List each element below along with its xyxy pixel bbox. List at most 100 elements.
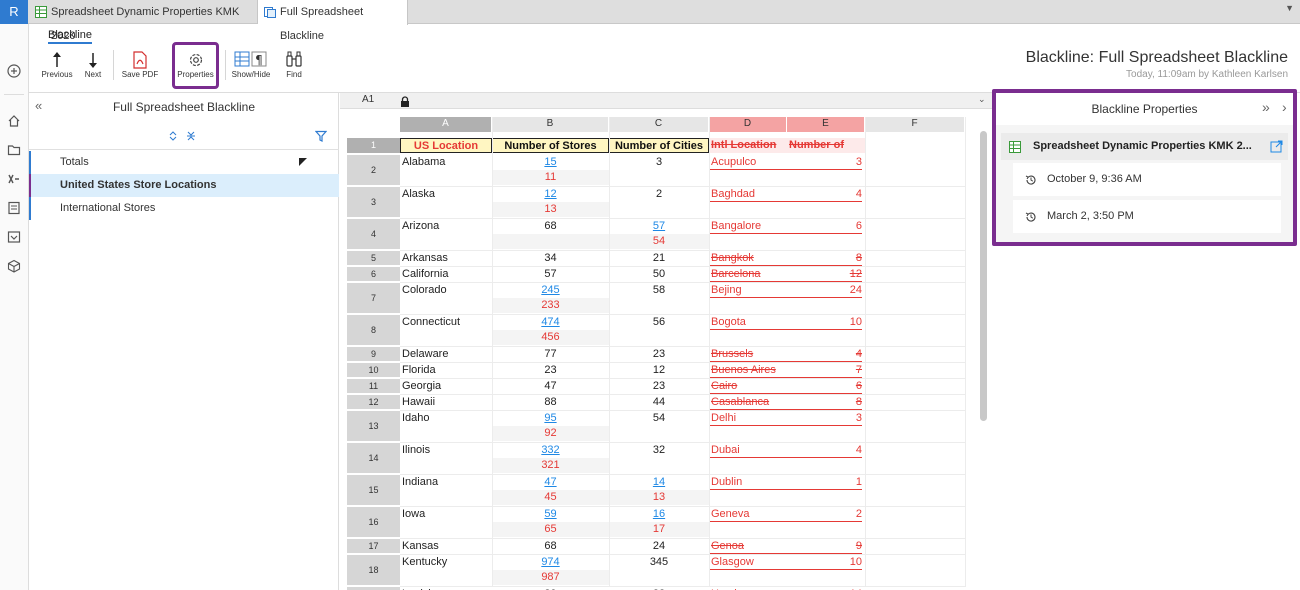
- vertical-scrollbar[interactable]: [980, 131, 987, 421]
- sheet-item-united-states-store-locations[interactable]: United States Store Locations: [29, 174, 339, 197]
- sheet-item-totals[interactable]: Totals: [29, 151, 339, 174]
- cell-intl-count[interactable]: 10: [787, 555, 862, 570]
- cell-location[interactable]: Iowa: [402, 507, 494, 522]
- previous-button[interactable]: Previous: [40, 50, 74, 79]
- cell-stores[interactable]: 47: [492, 379, 609, 394]
- header-cell-d[interactable]: Intl Location: [709, 138, 787, 153]
- cell-intl-location[interactable]: Bogota: [710, 315, 787, 330]
- inbox-icon[interactable]: [7, 230, 21, 244]
- version-item[interactable]: March 2, 3:50 PM: [1013, 200, 1281, 233]
- cell-location[interactable]: Idaho: [402, 411, 494, 426]
- next-button[interactable]: Next: [80, 50, 106, 79]
- row-number[interactable]: 15: [347, 475, 400, 506]
- cell-intl-location[interactable]: Dubai: [710, 443, 787, 458]
- cell-cities[interactable]: 3: [609, 155, 709, 170]
- cell-cities[interactable]: 32: [609, 443, 709, 458]
- cell-intl-count[interactable]: 10: [787, 315, 862, 330]
- cell-intl-count[interactable]: 8: [787, 395, 862, 410]
- version-item[interactable]: October 9, 9:36 AM: [1013, 163, 1281, 196]
- cell-cities[interactable]: 54: [609, 411, 709, 426]
- cell-intl-count[interactable]: 4: [787, 443, 862, 458]
- cell-location[interactable]: Indiana: [402, 475, 494, 490]
- row-number[interactable]: 18: [347, 555, 400, 586]
- cell-stores[interactable]: 95: [492, 411, 609, 426]
- row-number[interactable]: 16: [347, 507, 400, 538]
- cell-intl-count[interactable]: 3: [787, 155, 862, 170]
- cell-location[interactable]: Arkansas: [402, 251, 494, 266]
- cell-cities[interactable]: 2: [609, 187, 709, 202]
- cell-location[interactable]: Arizona: [402, 219, 494, 234]
- cell-reference[interactable]: A1: [362, 94, 374, 105]
- cell-cities[interactable]: 44: [609, 395, 709, 410]
- cell-cities[interactable]: 21: [609, 251, 709, 266]
- row-number[interactable]: 12: [347, 395, 400, 410]
- cell-stores[interactable]: 68: [492, 539, 609, 554]
- cell-intl-location[interactable]: Geneva: [710, 507, 787, 522]
- cell-intl-location[interactable]: Dublin: [710, 475, 787, 490]
- cell-stores[interactable]: 34: [492, 251, 609, 266]
- open-external-icon[interactable]: [1270, 140, 1283, 153]
- cell-stores[interactable]: 68: [492, 219, 609, 234]
- row-number[interactable]: 8: [347, 315, 400, 346]
- show-hide-button[interactable]: ¶ Show/Hide: [231, 50, 271, 79]
- cell-cities[interactable]: 12: [609, 363, 709, 378]
- row-number[interactable]: 6: [347, 267, 400, 282]
- formula-bar-chevron-icon[interactable]: ⌄: [978, 94, 986, 105]
- cell-intl-count[interactable]: 3: [787, 411, 862, 426]
- cell-location[interactable]: Connecticut: [402, 315, 494, 330]
- cell-intl-count[interactable]: 2: [787, 507, 862, 522]
- row-number[interactable]: 13: [347, 411, 400, 442]
- cell-intl-count[interactable]: 9: [787, 539, 862, 554]
- cell-intl-count[interactable]: 24: [787, 283, 862, 298]
- row-number[interactable]: 5: [347, 251, 400, 266]
- row-number[interactable]: 11: [347, 379, 400, 394]
- cell-intl-location[interactable]: Buenos Aires: [710, 363, 787, 378]
- tab-menu-chevron-icon[interactable]: ▼: [1285, 3, 1294, 13]
- row-number[interactable]: 10: [347, 363, 400, 378]
- cell-intl-count[interactable]: 8: [787, 251, 862, 266]
- cell-location[interactable]: Alabama: [402, 155, 494, 170]
- cell-stores[interactable]: 77: [492, 347, 609, 362]
- cell-location[interactable]: Georgia: [402, 379, 494, 394]
- row-number[interactable]: 2: [347, 155, 400, 186]
- row-number[interactable]: 14: [347, 443, 400, 474]
- cell-intl-count[interactable]: 4: [787, 347, 862, 362]
- save-pdf-button[interactable]: Save PDF: [120, 50, 160, 79]
- row-number[interactable]: 3: [347, 187, 400, 218]
- close-panel-icon[interactable]: ›: [1282, 99, 1287, 115]
- cell-stores[interactable]: 23: [492, 363, 609, 378]
- cell-location[interactable]: Delaware: [402, 347, 494, 362]
- cell-intl-location[interactable]: Genoa: [710, 539, 787, 554]
- spreadsheet-grid[interactable]: A1 ⌄ A B C D E F 1 US Location Number of Stores N…: [340, 93, 992, 590]
- cell-intl-location[interactable]: Bejing: [710, 283, 787, 298]
- document-row[interactable]: Spreadsheet Dynamic Properties KMK 2...: [1001, 133, 1288, 160]
- cell-intl-location[interactable]: Cairo: [710, 379, 787, 394]
- column-header-b[interactable]: B: [492, 117, 609, 132]
- expand-collapse-icon[interactable]: [168, 130, 198, 142]
- row-number[interactable]: 1: [347, 138, 400, 153]
- cell-cities[interactable]: 14: [609, 475, 709, 490]
- cell-location[interactable]: Kentucky: [402, 555, 494, 570]
- cell-location[interactable]: California: [402, 267, 494, 282]
- cell-intl-count[interactable]: 6: [787, 219, 862, 234]
- home-icon[interactable]: [7, 114, 21, 128]
- cell-intl-count[interactable]: 7: [787, 363, 862, 378]
- cell-cities[interactable]: 16: [609, 507, 709, 522]
- cell-stores[interactable]: 474: [492, 315, 609, 330]
- tab-spreadsheet-dynamic-properties[interactable]: Spreadsheet Dynamic Properties KMK 2020: [29, 0, 258, 42]
- folder-icon[interactable]: [7, 143, 21, 157]
- cell-stores[interactable]: 59: [492, 507, 609, 522]
- column-header-e[interactable]: E: [787, 117, 865, 132]
- collapse-right-icon[interactable]: »: [1262, 99, 1270, 115]
- row-number[interactable]: 9: [347, 347, 400, 362]
- cell-cities[interactable]: 58: [609, 283, 709, 298]
- cell-intl-location[interactable]: Bangkok: [710, 251, 787, 266]
- cell-intl-location[interactable]: Barcelona: [710, 267, 787, 282]
- cell-intl-location[interactable]: Bangalore: [710, 219, 787, 234]
- tab-full-spreadsheet-blackline[interactable]: Full Spreadsheet Blackline: [258, 0, 408, 42]
- cell-intl-location[interactable]: Brussels: [710, 347, 787, 362]
- cell-intl-location[interactable]: Delhi: [710, 411, 787, 426]
- package-icon[interactable]: [7, 259, 21, 273]
- cell-intl-count[interactable]: 6: [787, 379, 862, 394]
- cell-intl-location[interactable]: Acupulco: [710, 155, 787, 170]
